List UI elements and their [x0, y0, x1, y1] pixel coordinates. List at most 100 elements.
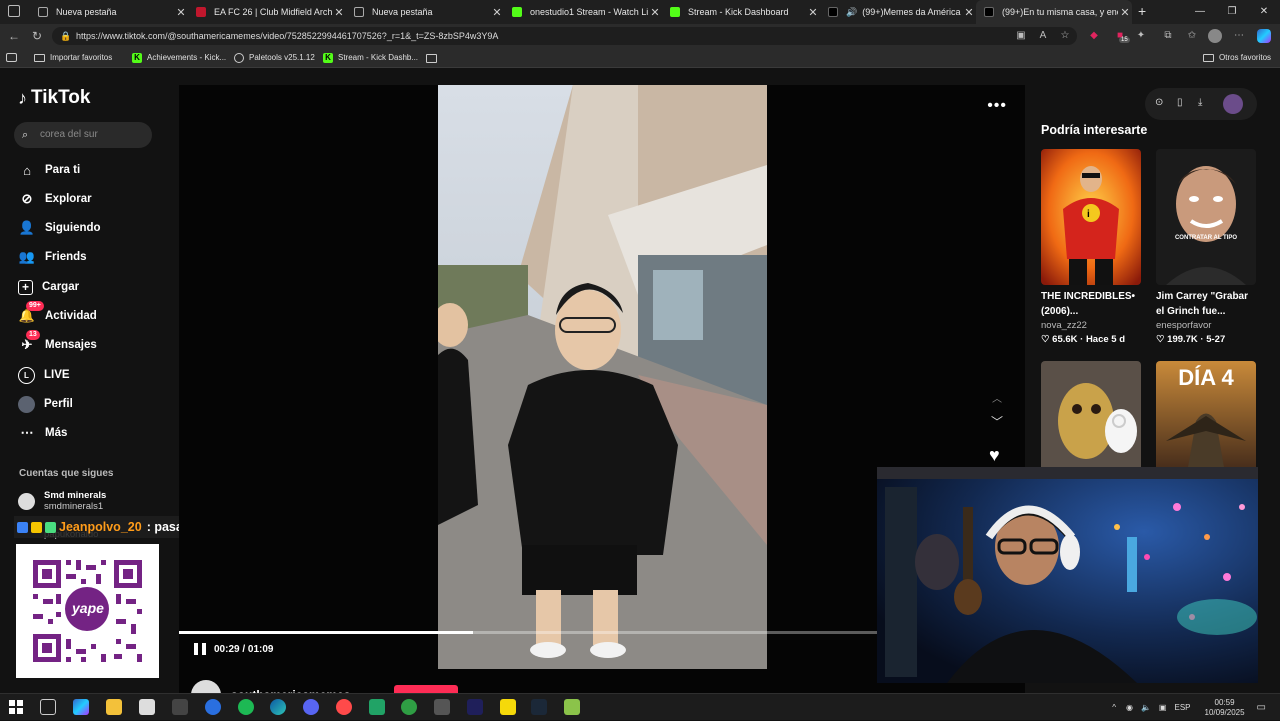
- more-options-icon[interactable]: •••: [987, 97, 1007, 115]
- favorites-icon[interactable]: ✩: [1185, 29, 1199, 43]
- spotify-icon[interactable]: [238, 699, 254, 715]
- user-avatar[interactable]: [1223, 94, 1243, 114]
- nav-para-ti[interactable]: ⌂ Para ti: [18, 159, 80, 181]
- chevron-up-icon[interactable]: ^: [1112, 703, 1116, 712]
- tab-actions-icon[interactable]: [8, 5, 20, 17]
- sticky-notes-icon[interactable]: [500, 699, 516, 715]
- close-icon[interactable]: ✕: [174, 6, 188, 19]
- copilot-icon[interactable]: [1257, 29, 1271, 43]
- menu-icon[interactable]: ⋯: [1232, 29, 1246, 43]
- split-screen-icon[interactable]: ⧉: [1161, 29, 1175, 43]
- nav-actividad[interactable]: 🔔 99+ Actividad: [18, 301, 97, 327]
- copilot-icon[interactable]: [73, 699, 89, 715]
- recommendation-card[interactable]: CONTRATAR AL TIPO Jim Carrey "Grabar el …: [1156, 149, 1257, 345]
- nav-mas[interactable]: ⋯ Más: [18, 422, 68, 444]
- language-indicator[interactable]: ESP: [1174, 703, 1190, 712]
- chevron-down-icon[interactable]: ﹀: [991, 413, 1003, 430]
- url-field[interactable]: 🔒 https://www.tiktok.com/@southamericame…: [52, 27, 1077, 45]
- nav-live[interactable]: L LIVE: [18, 364, 70, 386]
- extension-icon[interactable]: ◆: [1087, 29, 1101, 43]
- network-icon[interactable]: ◉: [1126, 703, 1133, 712]
- rec-thumbnail[interactable]: [1041, 361, 1141, 479]
- new-tab-button[interactable]: +: [1138, 3, 1146, 19]
- bookmark-import[interactable]: Importar favoritos: [34, 48, 112, 68]
- bookmark-achievements[interactable]: K Achievements - Kick...: [132, 48, 226, 68]
- clock[interactable]: 00:59 10/09/2025: [1205, 698, 1245, 718]
- video-author[interactable]: southamericamemes ●: [191, 680, 359, 693]
- app-icon[interactable]: [205, 699, 221, 715]
- tab-ea-fc[interactable]: EA FC 26 | Club Midfield Archety ✕: [188, 0, 346, 24]
- reading-view-icon[interactable]: [6, 53, 17, 62]
- favorite-star-icon[interactable]: ☆: [1058, 29, 1072, 43]
- app-icon[interactable]: [564, 699, 580, 715]
- chevron-up-icon[interactable]: ︿: [992, 390, 1002, 405]
- folder-icon[interactable]: [426, 54, 437, 63]
- rec-thumbnail[interactable]: DÍA 4: [1156, 361, 1256, 479]
- tab-nueva-pestana-2[interactable]: Nueva pestaña ✕: [346, 0, 504, 24]
- other-favorites[interactable]: Otros favoritos: [1203, 48, 1271, 68]
- obs-icon[interactable]: [336, 699, 352, 715]
- close-icon[interactable]: ✕: [1118, 6, 1132, 19]
- close-icon[interactable]: ✕: [332, 6, 346, 19]
- download-icon[interactable]: ⤓: [1198, 97, 1202, 108]
- minimize-icon[interactable]: —: [1184, 0, 1216, 24]
- follow-button[interactable]: [394, 685, 458, 693]
- discord-icon[interactable]: [303, 699, 319, 715]
- tab-kick-dashboard[interactable]: Stream - Kick Dashboard ✕: [662, 0, 820, 24]
- bookmark-kick-dashboard[interactable]: K Stream - Kick Dashb...: [323, 48, 418, 68]
- close-window-icon[interactable]: ✕: [1248, 0, 1280, 24]
- nav-friends[interactable]: 👥 Friends: [18, 246, 87, 268]
- file-explorer-icon[interactable]: [106, 699, 122, 715]
- rec-thumbnail[interactable]: CONTRATAR AL TIPO: [1156, 149, 1256, 285]
- calculator-icon[interactable]: [139, 699, 155, 715]
- close-icon[interactable]: ✕: [490, 6, 504, 19]
- bookmark-paletools[interactable]: Paletools v25.1.12: [234, 48, 315, 68]
- app-available-icon[interactable]: ▣: [1014, 29, 1028, 43]
- notifications-icon[interactable]: ▭: [1257, 702, 1266, 713]
- speaker-icon[interactable]: 🔊: [846, 7, 857, 18]
- excel-icon[interactable]: [369, 699, 385, 715]
- close-icon[interactable]: ✕: [962, 6, 976, 19]
- coins-icon[interactable]: ⊙: [1155, 97, 1163, 108]
- tab-onestudio[interactable]: onestudio1 Stream - Watch Live ✕: [504, 0, 662, 24]
- tiktok-logo[interactable]: ♪ TikTok: [18, 87, 90, 109]
- reload-icon[interactable]: ↻: [29, 28, 45, 44]
- close-icon[interactable]: ✕: [648, 6, 662, 19]
- windows-start-icon[interactable]: [8, 699, 24, 715]
- nav-cargar[interactable]: + Cargar: [18, 276, 79, 298]
- following-account[interactable]: Smd minerals smdminerals1: [18, 490, 106, 512]
- nav-perfil[interactable]: Perfil: [18, 393, 73, 415]
- task-view-icon[interactable]: [40, 699, 56, 715]
- nav-explorar[interactable]: ⊘ Explorar: [18, 188, 92, 210]
- premiere-icon[interactable]: [467, 699, 483, 715]
- maximize-icon[interactable]: ❐: [1216, 0, 1248, 24]
- recommendation-card[interactable]: DÍA 4: [1156, 361, 1257, 479]
- recommendation-card[interactable]: i THE INCREDIBLES• (2006)... nova_zz22 ♡…: [1041, 149, 1142, 345]
- like-heart-icon[interactable]: ♥: [989, 445, 1000, 466]
- tab-title: onestudio1 Stream - Watch Live: [530, 7, 648, 17]
- volume-icon[interactable]: 🔈: [1141, 703, 1151, 712]
- nav-mensajes[interactable]: ✈ 13 Mensajes: [18, 330, 97, 356]
- translate-icon[interactable]: A: [1036, 29, 1050, 43]
- edge-icon[interactable]: [270, 699, 286, 715]
- tab-nueva-pestana-1[interactable]: Nueva pestaña ✕: [30, 0, 188, 24]
- rec-thumbnail[interactable]: i: [1041, 149, 1141, 285]
- nav-siguiendo[interactable]: 👤 Siguiendo: [18, 217, 101, 239]
- search-input[interactable]: ⌕ corea del sur: [14, 122, 152, 148]
- tab-en-tu-misma-casa[interactable]: (99+)En tu misma casa, y encima ✕: [976, 0, 1132, 24]
- camera-icon[interactable]: [172, 699, 188, 715]
- video-progress-bar[interactable]: [179, 631, 879, 634]
- profile-avatar[interactable]: [1208, 29, 1222, 43]
- video-frame[interactable]: [438, 85, 767, 669]
- pause-icon[interactable]: [194, 643, 206, 657]
- app-icon[interactable]: [401, 699, 417, 715]
- back-icon[interactable]: ←: [6, 28, 22, 44]
- steam-icon[interactable]: [531, 699, 547, 715]
- app-icon[interactable]: [434, 699, 450, 715]
- device-icon[interactable]: ▯: [1177, 97, 1183, 108]
- tab-memes-america[interactable]: 🔊 (99+)Memes da América do ✕: [820, 0, 976, 24]
- app-tray-icon[interactable]: ▣: [1159, 703, 1167, 712]
- close-icon[interactable]: ✕: [806, 6, 820, 19]
- recommendation-card[interactable]: [1041, 361, 1142, 479]
- extensions-icon[interactable]: ✦: [1134, 29, 1148, 43]
